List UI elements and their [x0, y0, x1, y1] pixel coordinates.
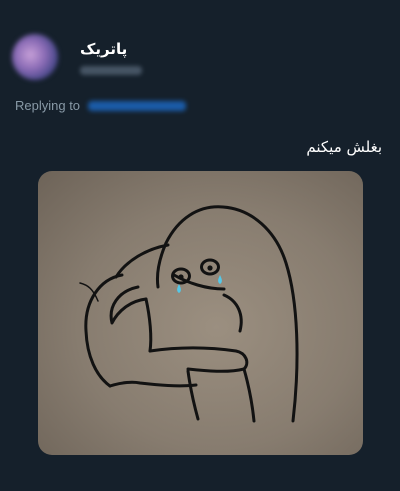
tweet-text: بغلش میکنم: [306, 138, 382, 156]
author-handle-redacted: [80, 66, 142, 75]
avatar[interactable]: [12, 34, 58, 80]
tweet-media-image[interactable]: [38, 171, 363, 455]
replying-to-handle-redacted[interactable]: [88, 101, 186, 111]
author-display-name[interactable]: پاتریک: [80, 40, 127, 58]
hugging-ghost-drawing: [79, 205, 299, 423]
tweet-reply-screen: پاتریک Replying to بغلش میکنم: [0, 0, 400, 491]
replying-to-label: Replying to: [15, 98, 81, 113]
